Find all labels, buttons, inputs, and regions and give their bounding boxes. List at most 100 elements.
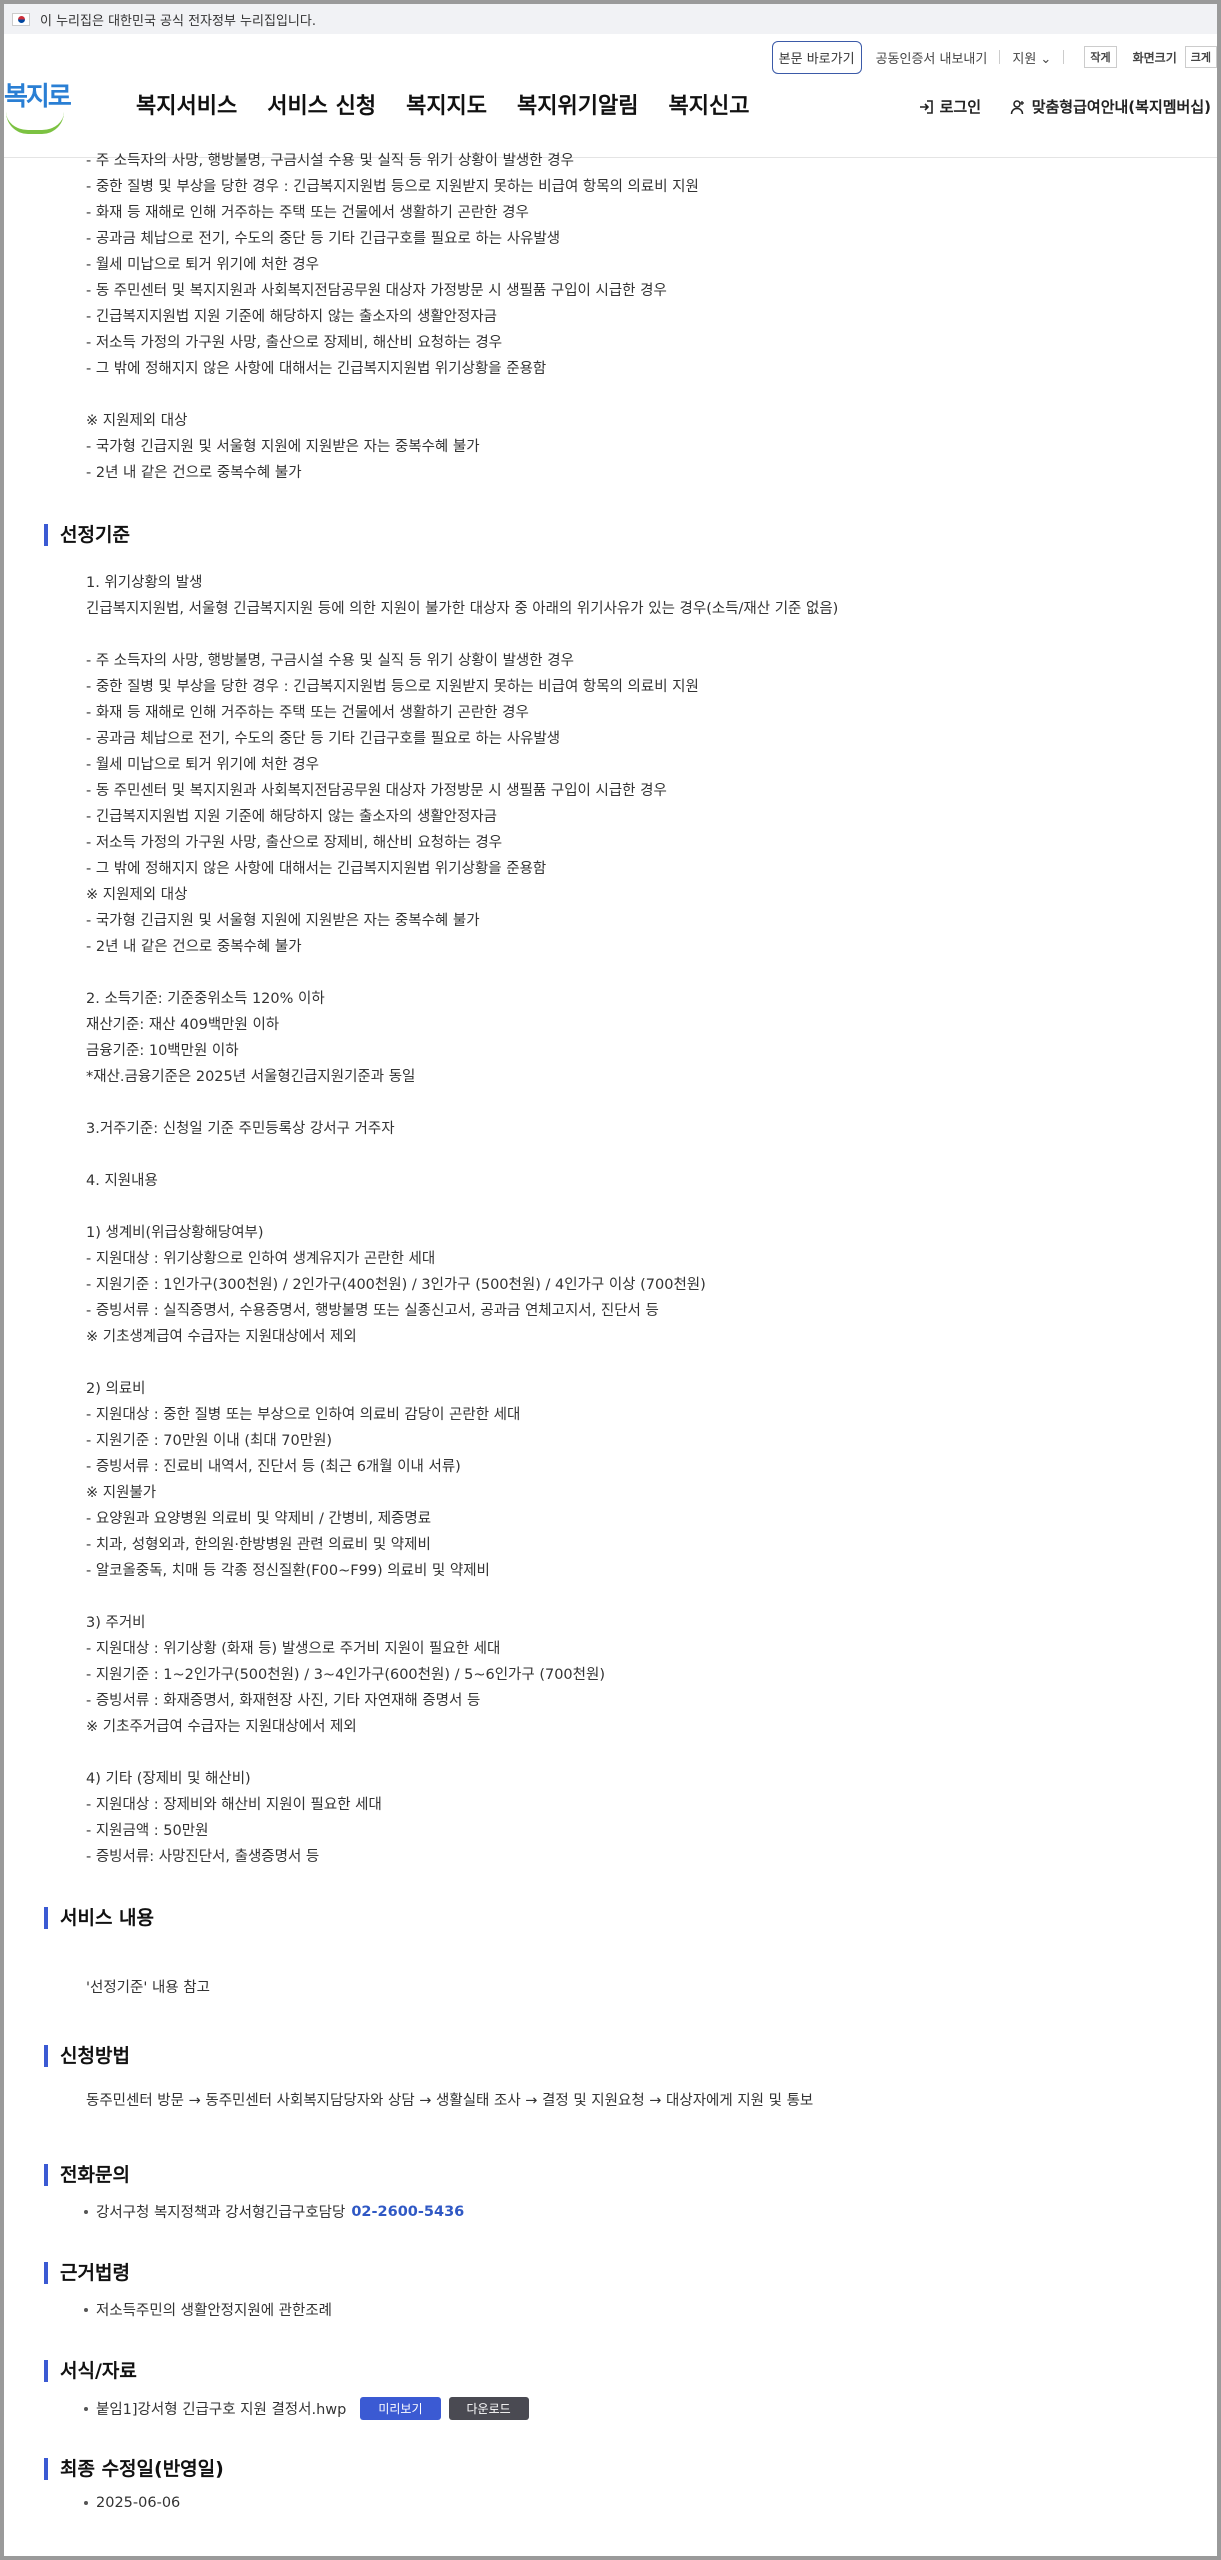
font-large-button[interactable]: 크게: [1184, 46, 1217, 68]
login-button[interactable]: 로그인: [918, 96, 981, 117]
nav-welfare-map[interactable]: 복지지도: [406, 88, 487, 120]
text-line: - 월세 미납으로 퇴거 위기에 처한 경우: [86, 757, 319, 773]
text-line: 금융기준: 10백만원 이하: [86, 1043, 239, 1059]
contact-text: 강서구청 복지정책과 강서형긴급구호담당: [96, 2205, 346, 2221]
text-line: ※ 기초생계급여 수급자는 지원대상에서 제외: [86, 1329, 357, 1345]
text-line: - 치과, 성형외과, 한의원·한방병원 관련 의료비 및 약제비: [86, 1537, 431, 1553]
criteria-text-block: 1. 위기상황의 발생 긴급복지지원법, 서울형 긴급복지지원 등에 의한 지원이…: [86, 570, 838, 1870]
text-line: - 긴급복지지원법 지원 기준에 해당하지 않는 출소자의 생활안정자금: [86, 809, 498, 825]
main-nav: 복지서비스 서비스 신청 복지지도 복지위기알림 복지신고: [136, 88, 749, 120]
section-title-service: 서비스 내용: [44, 1907, 154, 1929]
nav-welfare-report[interactable]: 복지신고: [669, 88, 750, 120]
bullet-dot: [84, 2501, 88, 2505]
cert-export-link[interactable]: 공동인증서 내보내기: [876, 48, 988, 67]
user-icon: [1010, 99, 1024, 114]
text-line: - 알코올중독, 치매 등 각종 정신질환(F00~F99) 의료비 및 약제비: [86, 1563, 490, 1579]
bullet-dot: [84, 2307, 88, 2312]
support-label: 지원: [1012, 51, 1037, 67]
login-label: 로그인: [939, 98, 981, 116]
text-line: - 월세 미납으로 퇴거 위기에 처한 경우: [86, 257, 319, 273]
law-text[interactable]: 저소득주민의 생활안정지원에 관한조례: [96, 2299, 332, 2320]
text-line: - 중한 질병 및 부상을 당한 경우 : 긴급복지지원법 등으로 지원받지 못…: [86, 179, 699, 195]
utility-bar: 본문 바로가기 공동인증서 내보내기 지원 ⌄ 작게 화면크기 크게: [771, 40, 1217, 74]
text-line: - 지원대상 : 위기상황으로 인하여 생계유지가 곤란한 세대: [86, 1251, 436, 1267]
login-icon: [919, 99, 933, 114]
text-line: - 동 주민센터 및 복지지원과 사회복지전담공무원 대상자 가정방문 시 생필…: [86, 783, 667, 799]
text-line: 4) 기타 (장제비 및 해산비): [86, 1771, 251, 1787]
text-line: - 그 밖에 정해지지 않은 사항에 대해서는 긴급복지지원법 위기상황을 준용…: [86, 861, 547, 877]
skip-to-content-button[interactable]: 본문 바로가기: [771, 40, 862, 74]
gov-banner: 이 누리집은 대한민국 공식 전자정부 누리집입니다.: [4, 4, 1217, 34]
bullet-dot: [84, 2209, 88, 2214]
text-line: *재산.금융기준은 2025년 서울형긴급지원기준과 동일: [86, 1069, 416, 1085]
text-line: 1) 생계비(위급상황해당여부): [86, 1225, 264, 1241]
text-line: - 국가형 긴급지원 및 서울형 지원에 지원받은 자는 중복수혜 불가: [86, 439, 480, 455]
divider: [1063, 50, 1065, 64]
section-title-law: 근거법령: [44, 2262, 130, 2284]
text-line: ※ 지원제외 대상: [86, 887, 188, 903]
text-line: - 주 소득자의 사망, 행방불명, 구금시설 수용 및 실직 등 위기 상황이…: [86, 653, 574, 669]
text-line: - 요양원과 요양병원 의료비 및 약제비 / 간병비, 제증명료: [86, 1511, 432, 1527]
text-line: - 증빙서류 : 실직증명서, 수용증명서, 행방불명 또는 실종신고서, 공과…: [86, 1303, 659, 1319]
text-line: - 공과금 체납으로 전기, 수도의 중단 등 기타 긴급구호를 필요로 하는 …: [86, 231, 561, 247]
updated-date: 2025-06-06: [96, 2495, 181, 2511]
text-line: - 지원금액 : 50만원: [86, 1823, 209, 1839]
text-line: - 주 소득자의 사망, 행방불명, 구금시설 수용 및 실직 등 위기 상황이…: [86, 153, 574, 169]
custom-benefit-button[interactable]: 맞춤형급여안내(복지멤버십): [1010, 96, 1211, 117]
section-title-apply: 신청방법: [44, 2045, 130, 2067]
text-line: 3.거주기준: 신청일 기준 주민등록상 강서구 거주자: [86, 1121, 395, 1137]
text-line: 1. 위기상황의 발생: [86, 575, 203, 591]
nav-service-apply[interactable]: 서비스 신청: [267, 88, 376, 120]
text-line: - 저소득 가정의 가구원 사망, 출산으로 장제비, 해산비 요청하는 경우: [86, 335, 503, 351]
updated-item: 2025-06-06: [84, 2495, 180, 2511]
text-line: - 화재 등 재해로 인해 거주하는 주택 또는 건물에서 생활하기 곤란한 경…: [86, 705, 529, 721]
text-line: - 2년 내 같은 건으로 중복수혜 불가: [86, 465, 302, 481]
nav-welfare-service[interactable]: 복지서비스: [136, 88, 237, 120]
forms-item: 붙임1]강서형 긴급구호 지원 결정서.hwp 미리보기 다운로드: [84, 2397, 529, 2420]
law-item: 저소득주민의 생활안정지원에 관한조례: [84, 2299, 332, 2320]
text-line: - 공과금 체납으로 전기, 수도의 중단 등 기타 긴급구호를 필요로 하는 …: [86, 731, 561, 747]
text-line: 4. 지원내용: [86, 1173, 158, 1189]
contact-item: 강서구청 복지정책과 강서형긴급구호담당 02-2600-5436: [84, 2201, 464, 2222]
text-line: ※ 기초주거급여 수급자는 지원대상에서 제외: [86, 1719, 357, 1735]
forms-file-name: 붙임1]강서형 긴급구호 지원 결정서.hwp: [96, 2402, 347, 2418]
contact-phone[interactable]: 02-2600-5436: [351, 2204, 464, 2220]
logo-swoosh-icon: [6, 112, 64, 134]
text-line: - 국가형 긴급지원 및 서울형 지원에 지원받은 자는 중복수혜 불가: [86, 913, 480, 929]
screen-size-label: 화면크기: [1132, 50, 1177, 65]
text-line: - 증빙서류: 사망진단서, 출생증명서 등: [86, 1849, 320, 1865]
logo-text: 복지로: [4, 82, 72, 112]
text-line: - 화재 등 재해로 인해 거주하는 주택 또는 건물에서 생활하기 곤란한 경…: [86, 205, 529, 221]
text-line: 3) 주거비: [86, 1615, 146, 1631]
font-small-button[interactable]: 작게: [1084, 46, 1117, 68]
text-line: - 2년 내 같은 건으로 중복수혜 불가: [86, 939, 302, 955]
text-line: - 그 밖에 정해지지 않은 사항에 대해서는 긴급복지지원법 위기상황을 준용…: [86, 361, 547, 377]
gov-banner-text: 이 누리집은 대한민국 공식 전자정부 누리집입니다.: [40, 13, 316, 29]
text-line: - 지원대상 : 중한 질병 또는 부상으로 인하여 의료비 감당이 곤란한 세…: [86, 1407, 521, 1423]
nav-crisis-alert[interactable]: 복지위기알림: [517, 88, 638, 120]
korea-flag-icon: [12, 12, 30, 26]
download-button[interactable]: 다운로드: [448, 2397, 529, 2420]
site-header: 본문 바로가기 공동인증서 내보내기 지원 ⌄ 작게 화면크기 크게 복지로 복…: [4, 34, 1217, 158]
text-line: - 지원대상 : 위기상황 (화재 등) 발생으로 주거비 지원이 필요한 세대: [86, 1641, 501, 1657]
section-title-forms: 서식/자료: [44, 2360, 137, 2382]
text-line: - 증빙서류 : 화재증명서, 화재현장 사진, 기타 자연재해 증명서 등: [86, 1693, 481, 1709]
support-menu[interactable]: 지원 ⌄: [1012, 48, 1051, 67]
text-line: 재산기준: 재산 409백만원 이하: [86, 1017, 280, 1033]
text-line: 2. 소득기준: 기준중위소득 120% 이하: [86, 991, 325, 1007]
section-title-updated: 최종 수정일(반영일): [44, 2458, 224, 2480]
preview-button[interactable]: 미리보기: [360, 2397, 441, 2420]
text-line: - 지원기준 : 1인가구(300천원) / 2인가구(400천원) / 3인가…: [86, 1277, 706, 1293]
text-line: - 증빙서류 : 진료비 내역서, 진단서 등 (최근 6개월 이내 서류): [86, 1459, 461, 1475]
text-line: - 중한 질병 및 부상을 당한 경우 : 긴급복지지원법 등으로 지원받지 못…: [86, 679, 699, 695]
text-line: ※ 지원불가: [86, 1485, 157, 1501]
bullet-dot: [84, 2406, 88, 2411]
text-line: - 저소득 가정의 가구원 사망, 출산으로 장제비, 해산비 요청하는 경우: [86, 835, 503, 851]
